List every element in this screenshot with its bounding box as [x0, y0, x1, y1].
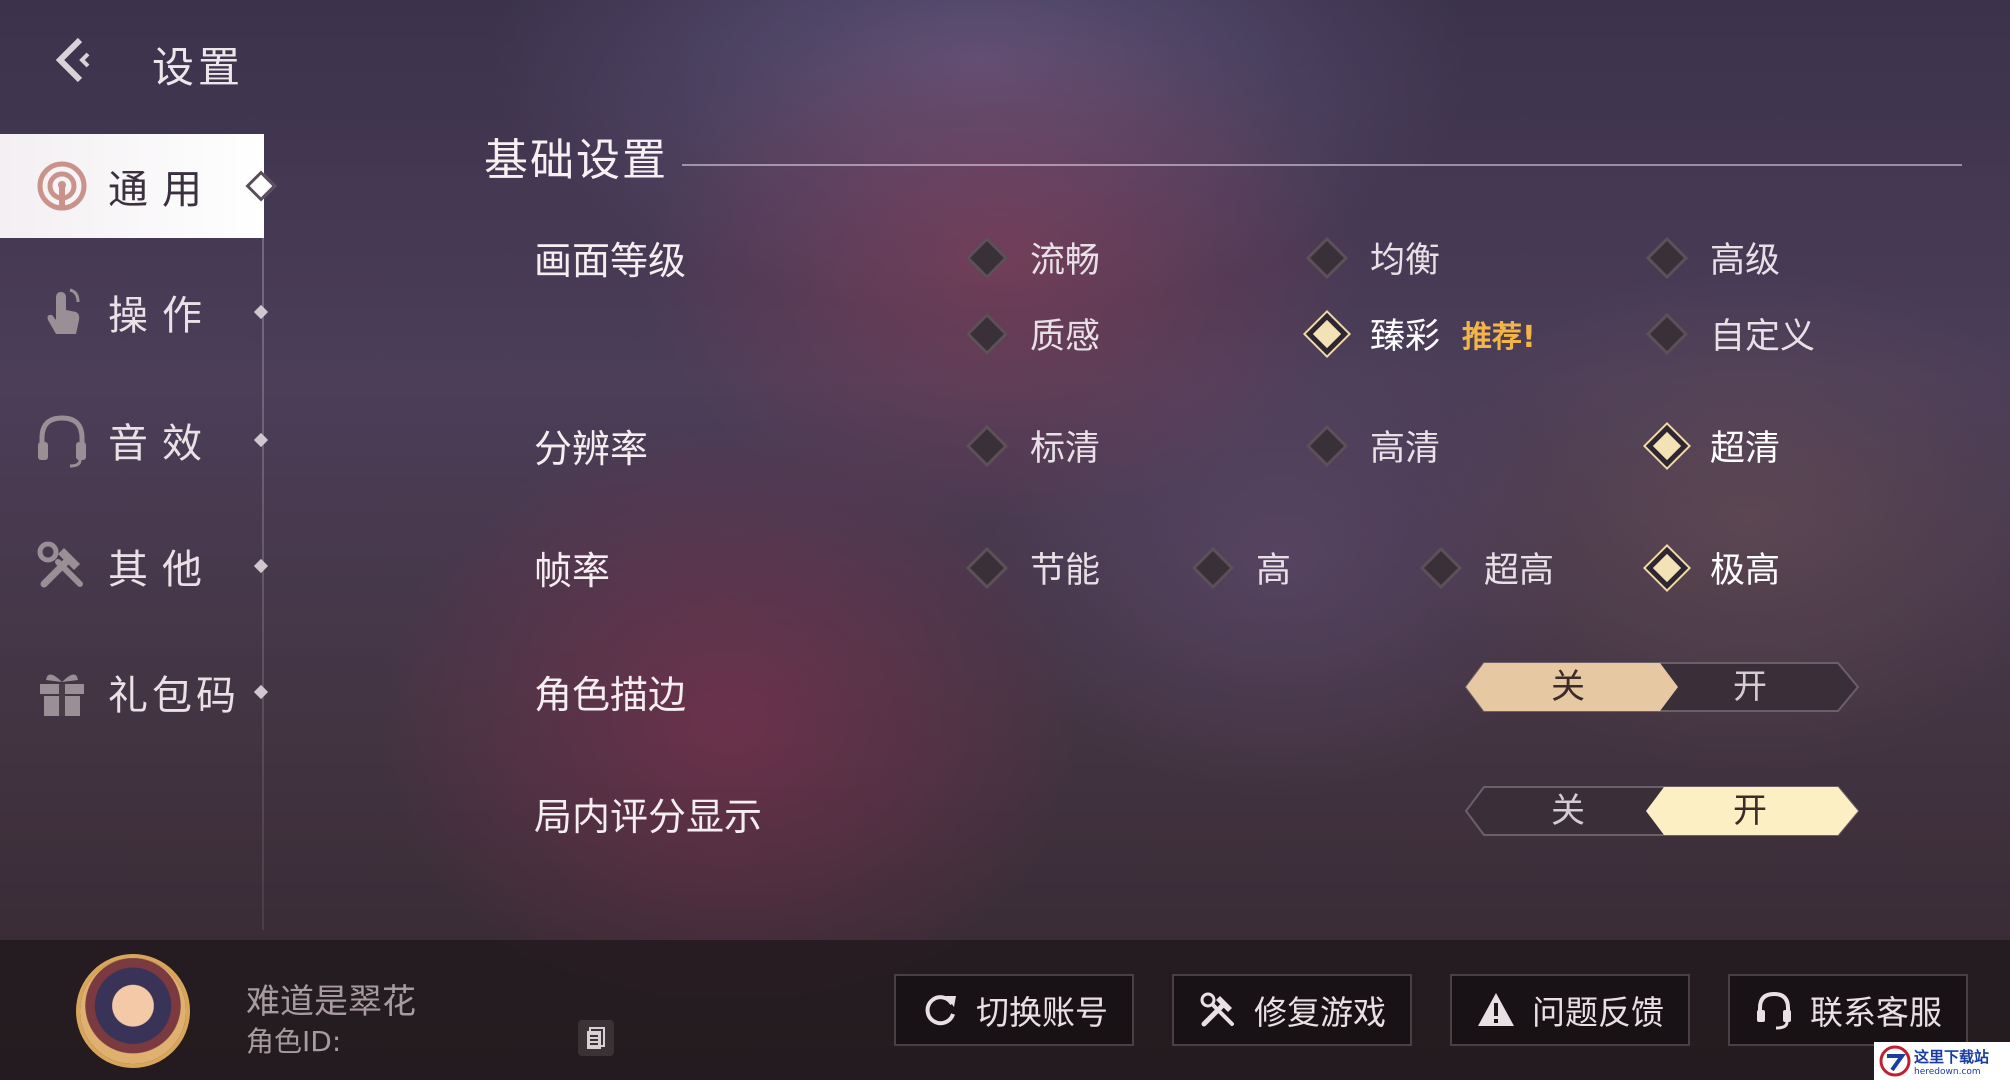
copy-icon	[587, 1027, 605, 1049]
touch-hand-icon	[34, 284, 90, 340]
option-label: 标清	[1030, 429, 1101, 469]
repair-tools-icon	[1198, 990, 1238, 1030]
sidebar-item-label: 操作	[108, 293, 216, 339]
watermark-url: heredown.com	[1914, 1066, 1981, 1077]
watermark-logo-icon	[1879, 1045, 1911, 1077]
sidebar-item-label: 通用	[108, 167, 216, 213]
toggle-on-option[interactable]: 开	[1660, 786, 1840, 836]
option-label: 均衡	[1370, 241, 1441, 281]
sidebar-item-other[interactable]: 其他	[0, 514, 269, 618]
radio-diamond-icon	[965, 424, 1009, 467]
sidebar-item-label: 音效	[108, 421, 216, 467]
radio-diamond-selected-icon	[1645, 424, 1689, 467]
graphics-option-smooth[interactable]: 流畅	[965, 232, 1101, 283]
watermark-title: 这里下载站	[1914, 1047, 1990, 1066]
button-label: 切换账号	[976, 993, 1108, 1032]
option-label: 极高	[1710, 551, 1781, 591]
graphics-option-high[interactable]: 高级	[1645, 232, 1781, 283]
radio-diamond-icon	[1191, 546, 1235, 589]
switch-account-button[interactable]: 切换账号	[894, 974, 1134, 1046]
player-name: 难道是翠花	[246, 982, 416, 1022]
option-label: 臻彩	[1370, 317, 1441, 357]
radio-diamond-icon	[965, 312, 1009, 355]
section-divider	[682, 164, 1962, 166]
option-label: 超高	[1484, 551, 1555, 591]
radio-diamond-icon	[1305, 236, 1349, 279]
radio-signal-icon	[34, 158, 90, 214]
graphics-option-ultra-color[interactable]: 臻彩 推荐!	[1305, 308, 1536, 359]
tools-icon	[34, 538, 90, 594]
graphics-option-texture[interactable]: 质感	[965, 308, 1101, 359]
framerate-option-max[interactable]: 极高	[1645, 542, 1781, 593]
button-label: 修复游戏	[1254, 993, 1386, 1032]
option-label: 质感	[1030, 317, 1101, 357]
back-button[interactable]	[44, 30, 104, 90]
back-arrow-icon	[55, 37, 90, 83]
repair-game-button[interactable]: 修复游戏	[1172, 974, 1412, 1046]
graphics-option-custom[interactable]: 自定义	[1645, 308, 1816, 359]
option-label: 高	[1256, 551, 1292, 591]
copy-id-button[interactable]	[578, 1020, 614, 1056]
sidebar-item-label: 其他	[108, 547, 216, 593]
contact-support-button[interactable]: 联系客服	[1728, 974, 1968, 1046]
recommended-badge: 推荐!	[1462, 319, 1536, 355]
player-avatar[interactable]	[80, 958, 186, 1064]
toggle-on-option[interactable]: 开	[1660, 662, 1840, 712]
page-title: 设置	[152, 43, 245, 92]
radio-diamond-icon	[1419, 546, 1463, 589]
radio-diamond-selected-icon	[1305, 312, 1349, 355]
headset-icon	[1754, 990, 1794, 1030]
in-game-score-toggle[interactable]: 关 开	[1464, 786, 1860, 836]
gift-icon	[34, 664, 90, 720]
option-label: 高清	[1370, 429, 1441, 469]
framerate-option-high[interactable]: 高	[1191, 542, 1292, 593]
resolution-option-uhd[interactable]: 超清	[1645, 420, 1781, 471]
radio-diamond-icon	[965, 236, 1009, 279]
button-label: 问题反馈	[1532, 993, 1664, 1032]
framerate-option-eco[interactable]: 节能	[965, 542, 1101, 593]
button-label: 联系客服	[1810, 993, 1942, 1032]
in-game-score-label: 局内评分显示	[534, 795, 763, 839]
headphones-icon	[34, 412, 90, 468]
feedback-button[interactable]: 问题反馈	[1450, 974, 1690, 1046]
option-label: 超清	[1710, 429, 1781, 469]
resolution-option-sd[interactable]: 标清	[965, 420, 1101, 471]
sidebar-item-controls[interactable]: 操作	[0, 260, 269, 364]
sidebar-item-gift-code[interactable]: 礼包码	[0, 640, 269, 744]
resolution-option-hd[interactable]: 高清	[1305, 420, 1441, 471]
framerate-option-super-high[interactable]: 超高	[1419, 542, 1555, 593]
resolution-label: 分辨率	[534, 427, 649, 471]
warning-icon	[1476, 990, 1516, 1030]
graphics-option-balanced[interactable]: 均衡	[1305, 232, 1441, 283]
toggle-off-option[interactable]: 关	[1484, 662, 1652, 712]
character-outline-toggle[interactable]: 关 开	[1464, 662, 1860, 712]
site-watermark: 这里下载站 heredown.com	[1874, 1042, 2010, 1080]
option-label: 流畅	[1030, 241, 1101, 281]
sidebar-item-audio[interactable]: 音效	[0, 388, 269, 492]
character-outline-label: 角色描边	[534, 673, 687, 717]
player-id-label: 角色ID:	[246, 1025, 342, 1058]
background-overlay	[0, 0, 2010, 1080]
toggle-off-option[interactable]: 关	[1484, 786, 1652, 836]
radio-diamond-icon	[965, 546, 1009, 589]
radio-diamond-selected-icon	[1645, 546, 1689, 589]
framerate-label: 帧率	[534, 549, 611, 593]
section-title: 基础设置	[484, 135, 668, 186]
refresh-icon	[920, 990, 960, 1030]
graphics-level-label: 画面等级	[534, 239, 687, 283]
sidebar-item-general[interactable]: 通用	[0, 134, 277, 238]
sidebar-item-label: 礼包码	[108, 673, 240, 719]
radio-diamond-icon	[1645, 236, 1689, 279]
option-label: 自定义	[1710, 317, 1816, 357]
option-label: 节能	[1030, 551, 1101, 591]
radio-diamond-icon	[1645, 312, 1689, 355]
radio-diamond-icon	[1305, 424, 1349, 467]
option-label: 高级	[1710, 241, 1781, 281]
